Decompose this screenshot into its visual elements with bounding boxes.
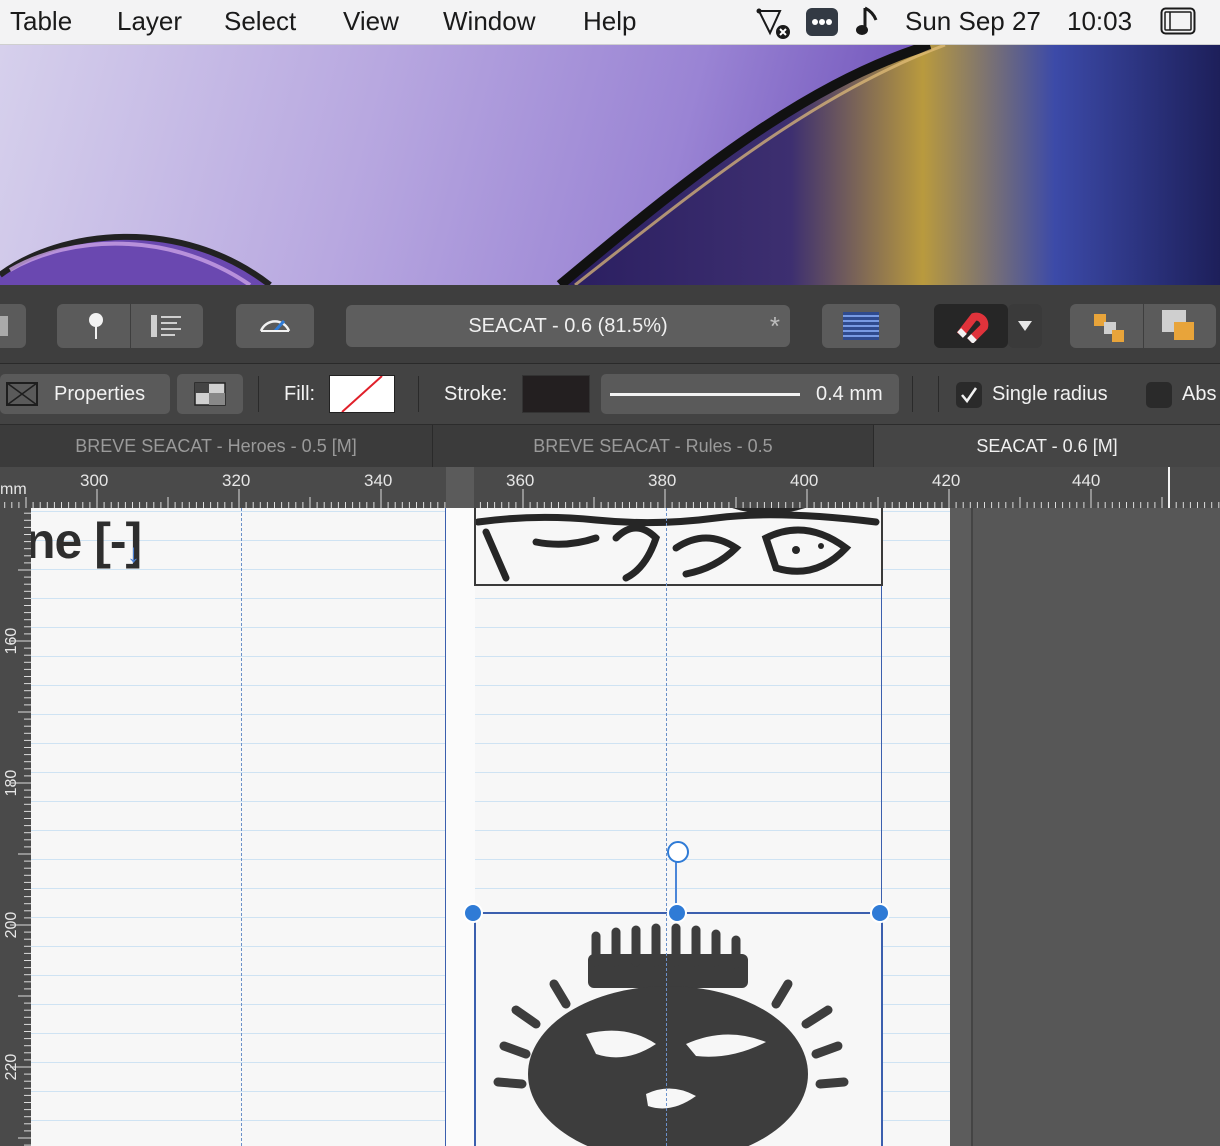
vruler-label: 220 bbox=[3, 1053, 20, 1081]
vruler-label: 180 bbox=[3, 769, 20, 797]
resize-handle-top-left[interactable] bbox=[463, 903, 483, 923]
document-tab-bar: BREVE SEACAT - Heroes - 0.5 [M] BREVE SE… bbox=[0, 425, 1220, 467]
document-title: SEACAT - 0.6 (81.5%) bbox=[468, 315, 668, 337]
ruler-label: 300 bbox=[80, 471, 109, 490]
pasteboard[interactable]: ne [-] ↓ bbox=[31, 508, 1220, 1146]
menu-window[interactable]: Window bbox=[443, 6, 535, 37]
document-title-button[interactable]: SEACAT - 0.6 (81.5%) * bbox=[346, 305, 790, 347]
vruler-label: 200 bbox=[3, 911, 20, 939]
text-flow-arrow-icon: ↓ bbox=[127, 538, 140, 568]
baseline-grid-button[interactable] bbox=[822, 304, 900, 348]
context-toolbar: Properties Fill: Stroke: 0.4 mm Single r… bbox=[0, 364, 1220, 425]
snapping-button[interactable] bbox=[934, 304, 1008, 348]
column-guide[interactable] bbox=[241, 508, 242, 1146]
toolbar-divider bbox=[1143, 304, 1144, 348]
fill-swatch[interactable] bbox=[329, 375, 395, 413]
magnet-icon bbox=[956, 312, 989, 343]
snapping-options-dropdown[interactable] bbox=[1008, 304, 1042, 348]
selection-handles-layer bbox=[675, 860, 677, 912]
pin-align-group bbox=[57, 304, 203, 348]
chevron-down-icon bbox=[1018, 321, 1032, 331]
ruler-cursor-indicator bbox=[1168, 467, 1170, 508]
main-toolbar: SEACAT - 0.6 (81.5%) * bbox=[0, 285, 1220, 364]
ruler-selection-marker bbox=[446, 467, 474, 508]
context-divider bbox=[418, 376, 419, 412]
menu-view[interactable]: View bbox=[343, 6, 399, 37]
more-options-status-icon[interactable] bbox=[805, 7, 839, 37]
arrange-group bbox=[1070, 304, 1216, 348]
context-divider bbox=[258, 376, 259, 412]
tab-breve-seacat-heroes[interactable]: BREVE SEACAT - Heroes - 0.5 [M] bbox=[0, 425, 433, 467]
vertical-ruler[interactable]: 160 180 200 220 bbox=[0, 508, 31, 1146]
sketch-illustration bbox=[476, 508, 880, 582]
stroke-width-track[interactable] bbox=[610, 393, 800, 396]
ruler-unit: mm bbox=[0, 481, 27, 498]
pin-icon[interactable] bbox=[87, 312, 105, 340]
page-bleed-area bbox=[950, 508, 972, 1146]
context-divider bbox=[938, 376, 939, 412]
menu-table[interactable]: Table bbox=[10, 6, 72, 37]
horizontal-ruler[interactable]: mm 300 320 340 360 380 400 420 440 bbox=[0, 467, 1220, 509]
frame-placeholder-icon bbox=[6, 382, 38, 406]
ruler-ticks bbox=[4, 489, 1220, 508]
bring-forward-icon[interactable] bbox=[1094, 312, 1126, 342]
page-edge-line bbox=[971, 508, 973, 1146]
tab-seacat-active[interactable]: SEACAT - 0.6 [M] bbox=[874, 425, 1220, 467]
ruler-label: 320 bbox=[222, 471, 251, 490]
ruler-label: 400 bbox=[790, 471, 819, 490]
fill-label: Fill: bbox=[284, 383, 316, 405]
desktop-wallpaper bbox=[0, 45, 1220, 285]
absolute-label: Abs bbox=[1182, 383, 1217, 405]
vector-tool-status-icon[interactable] bbox=[756, 5, 792, 39]
center-guide bbox=[666, 508, 667, 1146]
no-fill-icon bbox=[341, 375, 383, 413]
single-radius-checkbox[interactable] bbox=[956, 382, 982, 408]
modified-indicator: * bbox=[769, 311, 780, 341]
menu-help[interactable]: Help bbox=[583, 6, 636, 37]
frame-options-button[interactable] bbox=[177, 374, 243, 414]
resize-handle-top-right[interactable] bbox=[870, 903, 890, 923]
stroke-swatch[interactable] bbox=[522, 375, 590, 413]
context-divider bbox=[912, 376, 913, 412]
vruler-label: 160 bbox=[3, 627, 20, 655]
menu-layer[interactable]: Layer bbox=[117, 6, 182, 37]
properties-button[interactable]: Properties bbox=[0, 374, 170, 414]
menu-bar-time[interactable]: 10:03 bbox=[1067, 6, 1132, 37]
stroke-label: Stroke: bbox=[444, 383, 508, 405]
menu-select[interactable]: Select bbox=[224, 6, 296, 37]
baseline-grid-icon bbox=[843, 312, 879, 340]
stroke-width-slider[interactable]: 0.4 mm bbox=[601, 374, 899, 414]
rotation-handle[interactable] bbox=[667, 841, 689, 863]
image-frame-icon bbox=[194, 382, 226, 406]
stroke-width-value[interactable]: 0.4 mm bbox=[816, 383, 883, 406]
ruler-label: 440 bbox=[1072, 471, 1101, 490]
ruler-label: 420 bbox=[932, 471, 961, 490]
menu-bar-date[interactable]: Sun Sep 27 bbox=[905, 6, 1041, 37]
preview-gauge-icon bbox=[259, 319, 291, 333]
menu-bar: Table Layer Select View Window Help Sun … bbox=[0, 0, 1220, 45]
checkmark-icon bbox=[961, 387, 978, 404]
text-wrap-button[interactable] bbox=[0, 304, 26, 348]
sidebar-toggle-icon[interactable] bbox=[1160, 7, 1196, 35]
wallpaper-art bbox=[0, 45, 1220, 285]
properties-label: Properties bbox=[54, 383, 146, 405]
toolbar-divider bbox=[130, 304, 131, 348]
absolute-checkbox[interactable] bbox=[1146, 382, 1172, 408]
single-radius-label: Single radius bbox=[992, 383, 1108, 405]
ruler-label: 380 bbox=[648, 471, 677, 490]
music-note-icon[interactable] bbox=[856, 4, 882, 38]
preview-mode-button[interactable] bbox=[236, 304, 314, 348]
tab-breve-seacat-rules[interactable]: BREVE SEACAT - Rules - 0.5 bbox=[433, 425, 874, 467]
send-backward-icon[interactable] bbox=[1162, 310, 1196, 342]
ruler-label: 340 bbox=[364, 471, 393, 490]
heading-text-fragment[interactable]: ne [-] bbox=[31, 512, 142, 570]
text-align-icon[interactable] bbox=[149, 313, 183, 339]
ruler-label: 360 bbox=[506, 471, 535, 490]
image-frame-top[interactable] bbox=[474, 508, 883, 586]
text-wrap-icon bbox=[0, 316, 8, 336]
resize-handle-top-center[interactable] bbox=[667, 903, 687, 923]
